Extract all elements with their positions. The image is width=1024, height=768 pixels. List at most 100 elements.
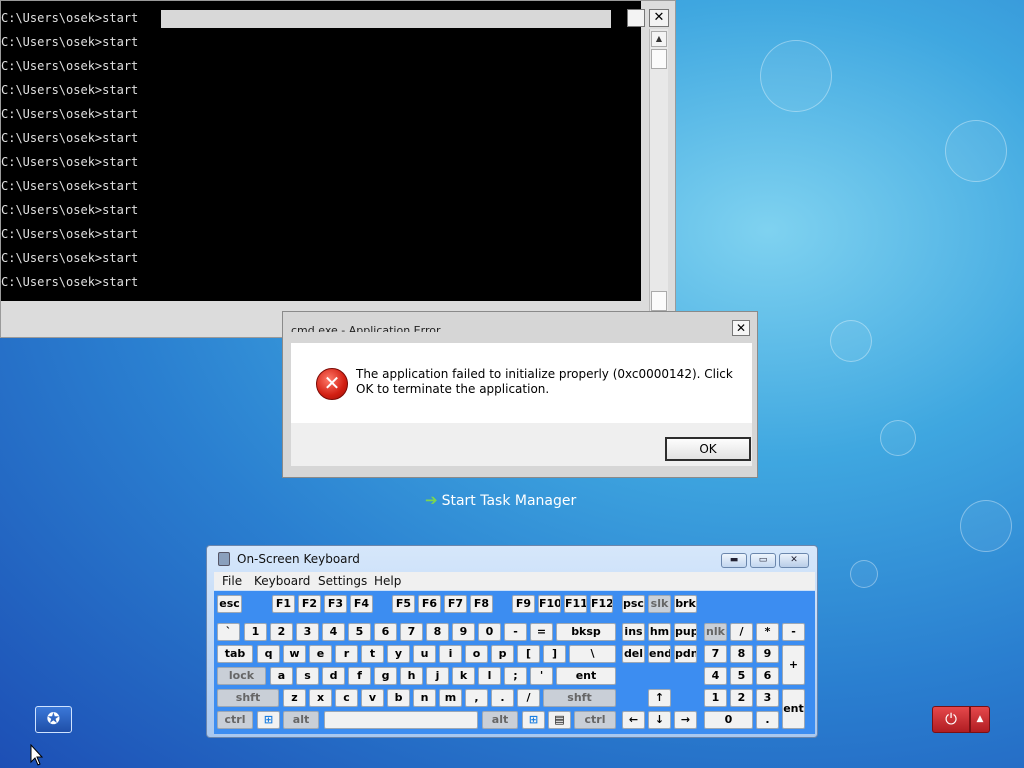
key-1[interactable]: 1 bbox=[244, 623, 267, 641]
scroll-up-button[interactable]: ▲ bbox=[651, 31, 667, 47]
key-psc[interactable]: psc bbox=[622, 595, 645, 613]
key-left-shift[interactable]: shft bbox=[217, 689, 279, 707]
key-quote[interactable]: ' bbox=[530, 667, 553, 685]
key-backtick[interactable]: ` bbox=[217, 623, 240, 641]
key-f4[interactable]: F4 bbox=[350, 595, 373, 613]
key-f11[interactable]: F11 bbox=[564, 595, 587, 613]
key-right-arrow[interactable]: → bbox=[674, 711, 697, 729]
on-screen-keyboard-window[interactable]: On-Screen Keyboard ▬ ▭ ✕ File Keyboard S… bbox=[206, 545, 818, 738]
key-num-9[interactable]: 9 bbox=[756, 645, 779, 663]
maximize-button[interactable]: ▭ bbox=[750, 553, 776, 568]
key-f9[interactable]: F9 bbox=[512, 595, 535, 613]
key-right-shift[interactable]: shft bbox=[543, 689, 616, 707]
menu-settings[interactable]: Settings bbox=[318, 574, 367, 588]
key-num-4[interactable]: 4 bbox=[704, 667, 727, 685]
key-period[interactable]: . bbox=[491, 689, 514, 707]
key-8[interactable]: 8 bbox=[426, 623, 449, 641]
key-6[interactable]: 6 bbox=[374, 623, 397, 641]
key-l[interactable]: l bbox=[478, 667, 501, 685]
key-f12[interactable]: F12 bbox=[590, 595, 613, 613]
key-f7[interactable]: F7 bbox=[444, 595, 467, 613]
key-w[interactable]: w bbox=[283, 645, 306, 663]
menu-help[interactable]: Help bbox=[374, 574, 401, 588]
key-u[interactable]: u bbox=[413, 645, 436, 663]
key-tab[interactable]: tab bbox=[217, 645, 253, 663]
key-left-arrow[interactable]: ← bbox=[622, 711, 645, 729]
close-button[interactable]: ✕ bbox=[779, 553, 809, 568]
key-backslash[interactable]: \ bbox=[569, 645, 616, 663]
key-num-minus[interactable]: - bbox=[782, 623, 805, 641]
key-enter[interactable]: ent bbox=[556, 667, 616, 685]
menu-file[interactable]: File bbox=[222, 574, 242, 588]
start-task-manager-link[interactable]: ➔ Start Task Manager bbox=[425, 490, 576, 510]
key-semicolon[interactable]: ; bbox=[504, 667, 527, 685]
key-b[interactable]: b bbox=[387, 689, 410, 707]
key-9[interactable]: 9 bbox=[452, 623, 475, 641]
key-left-alt[interactable]: alt bbox=[283, 711, 319, 729]
key-4[interactable]: 4 bbox=[322, 623, 345, 641]
key-pdn[interactable]: pdn bbox=[674, 645, 697, 663]
key-y[interactable]: y bbox=[387, 645, 410, 663]
key-pup[interactable]: pup bbox=[674, 623, 697, 641]
key-bksp[interactable]: bksp bbox=[556, 623, 616, 641]
key-ins[interactable]: ins bbox=[622, 623, 645, 641]
key-j[interactable]: j bbox=[426, 667, 449, 685]
key-hm[interactable]: hm bbox=[648, 623, 671, 641]
key-comma[interactable]: , bbox=[465, 689, 488, 707]
key-2[interactable]: 2 bbox=[270, 623, 293, 641]
key-right-ctrl[interactable]: ctrl bbox=[574, 711, 616, 729]
key-left-bracket[interactable]: [ bbox=[517, 645, 540, 663]
console-close-button[interactable]: ✕ bbox=[649, 9, 669, 27]
windows-key-right-icon[interactable]: ⊞ bbox=[522, 711, 545, 729]
key-n[interactable]: n bbox=[413, 689, 436, 707]
key-r[interactable]: r bbox=[335, 645, 358, 663]
minimize-button[interactable]: ▬ bbox=[721, 553, 747, 568]
key-g[interactable]: g bbox=[374, 667, 397, 685]
key-t[interactable]: t bbox=[361, 645, 384, 663]
key-5[interactable]: 5 bbox=[348, 623, 371, 641]
key-num-0[interactable]: 0 bbox=[704, 711, 753, 729]
key-a[interactable]: a bbox=[270, 667, 293, 685]
key-x[interactable]: x bbox=[309, 689, 332, 707]
key-brk[interactable]: brk bbox=[674, 595, 697, 613]
shutdown-button[interactable]: ⏻ bbox=[932, 706, 970, 733]
key-num-asterisk[interactable]: * bbox=[756, 623, 779, 641]
key-equals[interactable]: = bbox=[530, 623, 553, 641]
key-left-ctrl[interactable]: ctrl bbox=[217, 711, 253, 729]
console-vertical-scrollbar[interactable]: ▲ ▼ bbox=[649, 29, 668, 331]
key-num-decimal[interactable]: . bbox=[756, 711, 779, 729]
key-esc[interactable]: esc bbox=[217, 595, 242, 613]
shutdown-options-button[interactable]: ▲ bbox=[970, 706, 990, 733]
console-maximize-button[interactable] bbox=[627, 9, 645, 27]
key-del[interactable]: del bbox=[622, 645, 645, 663]
key-7[interactable]: 7 bbox=[400, 623, 423, 641]
console-output[interactable]: C:\Users\osek>start C:\Users\osek>start … bbox=[1, 1, 641, 301]
key-f8[interactable]: F8 bbox=[470, 595, 493, 613]
key-s[interactable]: s bbox=[296, 667, 319, 685]
key-f10[interactable]: F10 bbox=[538, 595, 561, 613]
key-q[interactable]: q bbox=[257, 645, 280, 663]
key-m[interactable]: m bbox=[439, 689, 462, 707]
key-i[interactable]: i bbox=[439, 645, 462, 663]
key-f2[interactable]: F2 bbox=[298, 595, 321, 613]
scroll-thumb[interactable] bbox=[651, 49, 667, 69]
ease-of-access-button[interactable]: ✪ bbox=[35, 706, 72, 733]
key-h[interactable]: h bbox=[400, 667, 423, 685]
scroll-thumb-lower[interactable] bbox=[651, 291, 667, 311]
key-c[interactable]: c bbox=[335, 689, 358, 707]
windows-key-icon[interactable]: ⊞ bbox=[257, 711, 280, 729]
key-f[interactable]: f bbox=[348, 667, 371, 685]
key-slk[interactable]: slk bbox=[648, 595, 671, 613]
key-right-alt[interactable]: alt bbox=[482, 711, 518, 729]
key-e[interactable]: e bbox=[309, 645, 332, 663]
key-num-enter[interactable]: ent bbox=[782, 689, 805, 729]
console-title-bar[interactable] bbox=[161, 10, 611, 28]
key-num-7[interactable]: 7 bbox=[704, 645, 727, 663]
menu-keyboard[interactable]: Keyboard bbox=[254, 574, 310, 588]
console-window[interactable]: C:\Users\osek>start C:\Users\osek>start … bbox=[0, 0, 676, 338]
key-d[interactable]: d bbox=[322, 667, 345, 685]
key-p[interactable]: p bbox=[491, 645, 514, 663]
key-slash[interactable]: / bbox=[517, 689, 540, 707]
key-nlk[interactable]: nlk bbox=[704, 623, 727, 641]
key-down-arrow[interactable]: ↓ bbox=[648, 711, 671, 729]
